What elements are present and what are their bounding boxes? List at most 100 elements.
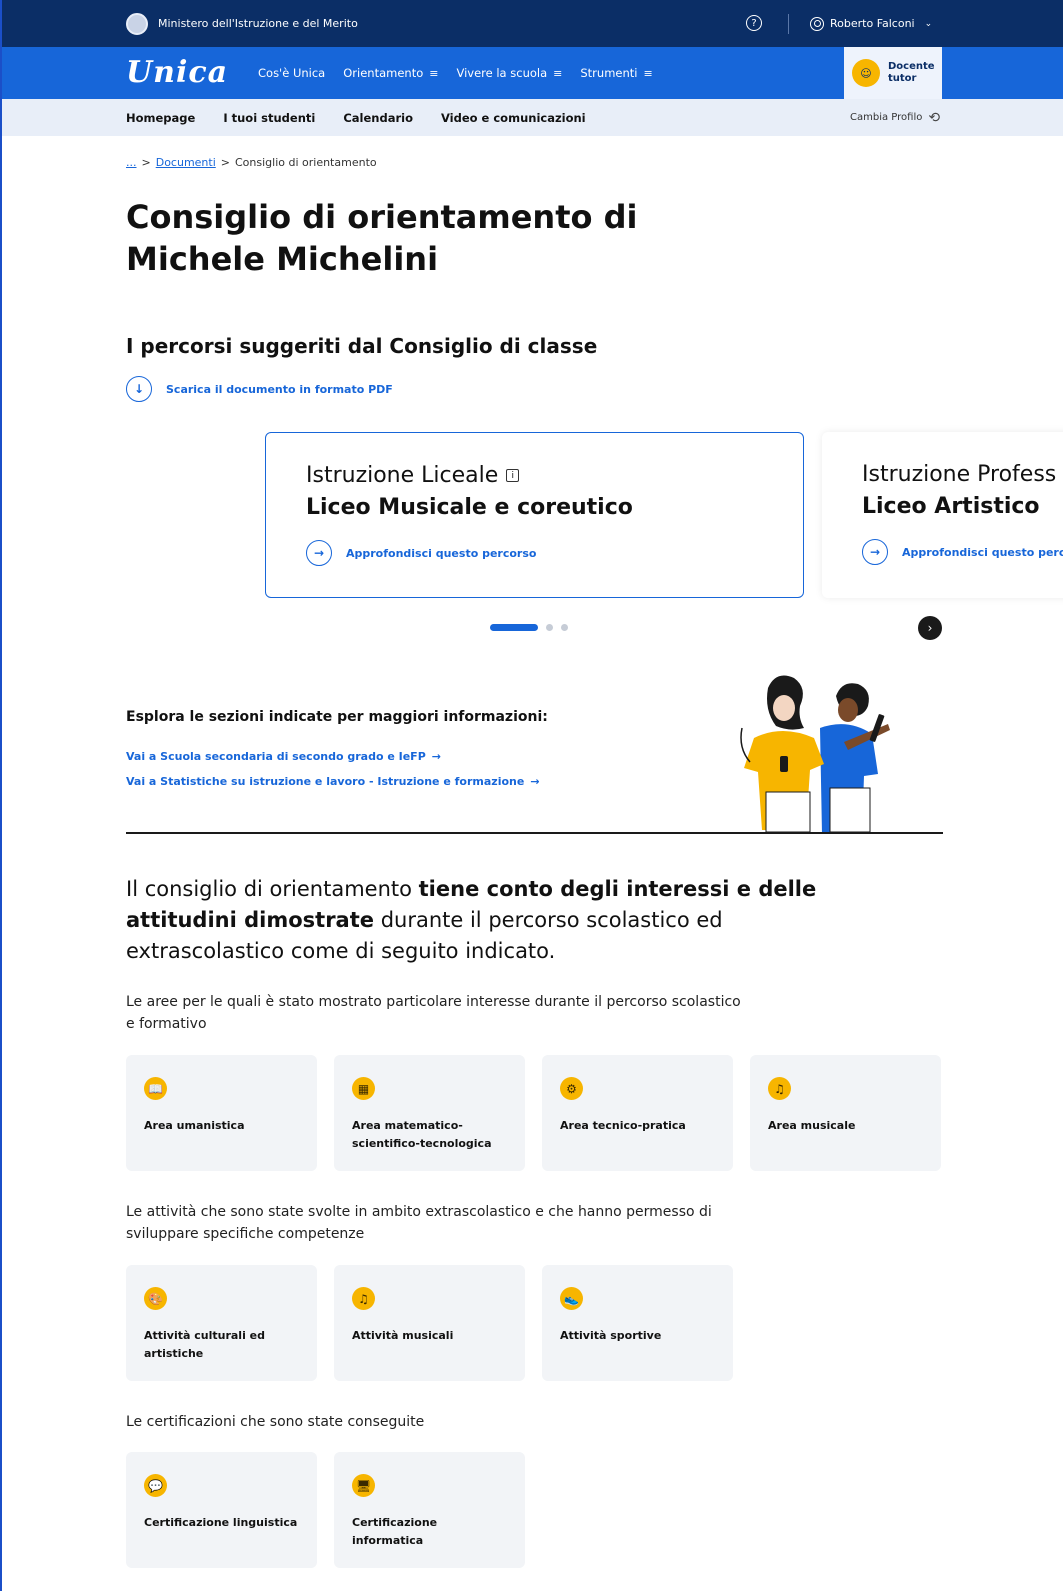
menu-lines-icon: ≡ bbox=[553, 66, 563, 80]
page-frame: Ministero dell'Istruzione e del Merito ?… bbox=[0, 0, 1063, 1591]
subnav-item-studenti[interactable]: I tuoi studenti bbox=[223, 111, 315, 125]
swap-profile-icon: ⟲ bbox=[928, 109, 941, 126]
sub-nav-items: Homepage I tuoi studenti Calendario Vide… bbox=[126, 99, 586, 136]
nav-item-label: Strumenti bbox=[580, 66, 638, 80]
ministry-name: Ministero dell'Istruzione e del Merito bbox=[158, 17, 358, 30]
sub-nav: Homepage I tuoi studenti Calendario Vide… bbox=[2, 99, 1063, 136]
profile-label: Docente tutor bbox=[888, 61, 935, 85]
subnav-item-video[interactable]: Video e comunicazioni bbox=[441, 111, 586, 125]
breadcrumb: ... > Documenti > Consiglio di orientame… bbox=[126, 156, 377, 169]
book-icon: 📖 bbox=[144, 1077, 167, 1100]
tile-attivita-musicali: ♫ Attività musicali bbox=[334, 1265, 525, 1381]
tile-label: Certificazione informatica bbox=[352, 1516, 438, 1547]
carousel-next-button[interactable]: › bbox=[918, 616, 942, 640]
subnav-item-homepage[interactable]: Homepage bbox=[126, 111, 195, 125]
nav-item-label: Orientamento bbox=[343, 66, 424, 80]
statement-part1: Il consiglio di orientamento bbox=[126, 877, 419, 901]
download-pdf-label: Scarica il documento in formato PDF bbox=[166, 382, 393, 396]
nav-item-label: Vivere la scuola bbox=[456, 66, 548, 80]
profile-badge[interactable]: ☺ Docente tutor bbox=[844, 47, 942, 99]
music-note-icon: ♫ bbox=[768, 1077, 791, 1100]
tile-area-musicale: ♫ Area musicale bbox=[750, 1055, 941, 1171]
main-nav: Unica Cos'è Unica Orientamento ≡ Vivere … bbox=[2, 47, 1063, 99]
tile-cert-informatica: 🖥 Certificazione informatica bbox=[334, 1452, 525, 1568]
tile-label: Attività musicali bbox=[352, 1329, 454, 1342]
download-pdf-link[interactable]: ↓ Scarica il documento in formato PDF bbox=[126, 376, 393, 402]
nav-item-vivere-la-scuola[interactable]: Vivere la scuola ≡ bbox=[456, 66, 562, 80]
nav-item-orientamento[interactable]: Orientamento ≡ bbox=[343, 66, 438, 80]
help-circle-icon[interactable]: ? bbox=[746, 15, 762, 31]
profile-label-line2: tutor bbox=[888, 73, 917, 84]
carousel-dot-1[interactable] bbox=[490, 624, 538, 631]
areas-tiles: 📖 Area umanistica ▦ Area matematico-scie… bbox=[126, 1055, 941, 1171]
section-divider bbox=[126, 832, 943, 834]
students-illustration bbox=[740, 675, 890, 832]
tile-label: Area musicale bbox=[768, 1119, 856, 1132]
download-icon: ↓ bbox=[126, 376, 152, 402]
breadcrumb-documenti[interactable]: Documenti bbox=[156, 156, 216, 169]
change-profile-button[interactable]: Cambia Profilo ⟲ bbox=[850, 99, 940, 136]
page-title-line1: Consiglio di orientamento di bbox=[126, 198, 638, 236]
breadcrumb-ellipsis[interactable]: ... bbox=[126, 156, 137, 169]
nav-item-strumenti[interactable]: Strumenti ≡ bbox=[580, 66, 652, 80]
chevron-right-icon: › bbox=[927, 621, 933, 635]
path-card-more-link[interactable]: → Approfondisci questo perc bbox=[862, 539, 1063, 565]
carousel-pagination bbox=[490, 624, 568, 631]
path-card-next: Istruzione Profess Liceo Artistico → App… bbox=[822, 432, 1063, 598]
explore-link-statistiche[interactable]: Vai a Statistiche su istruzione e lavoro… bbox=[126, 775, 540, 788]
path-card-more-link[interactable]: → Approfondisci questo percorso bbox=[306, 540, 536, 566]
breadcrumb-current: Consiglio di orientamento bbox=[234, 156, 377, 169]
shoe-icon: 👟 bbox=[560, 1287, 583, 1310]
tile-label: Area umanistica bbox=[144, 1119, 245, 1132]
path-card-name: Liceo Musicale e coreutico bbox=[306, 495, 633, 520]
user-name: Roberto Falconi bbox=[830, 17, 915, 30]
orientation-statement: Il consiglio di orientamento tiene conto… bbox=[126, 874, 826, 967]
info-icon[interactable]: i bbox=[506, 469, 520, 482]
tile-area-matematica: ▦ Area matematico-scientifico-tecnologic… bbox=[334, 1055, 525, 1171]
breadcrumb-separator: > bbox=[141, 156, 151, 169]
tile-area-umanistica: 📖 Area umanistica bbox=[126, 1055, 317, 1171]
user-menu[interactable]: Roberto Falconi ⌄ bbox=[810, 0, 932, 47]
tutor-avatar-icon: ☺ bbox=[852, 59, 880, 87]
breadcrumb-separator: > bbox=[220, 156, 230, 169]
ministry-brand[interactable]: Ministero dell'Istruzione e del Merito bbox=[126, 0, 358, 47]
unica-logo[interactable]: Unica bbox=[126, 55, 228, 90]
page-title: Consiglio di orientamento di Michele Mic… bbox=[126, 196, 637, 280]
section-title: I percorsi suggeriti dal Consiglio di cl… bbox=[126, 334, 598, 358]
path-card-type: Istruzione Profess bbox=[862, 462, 1057, 487]
path-card-name: Liceo Artistico bbox=[862, 494, 1040, 519]
topbar-separator bbox=[788, 14, 789, 34]
change-profile-label: Cambia Profilo bbox=[850, 112, 923, 123]
path-card-more-label: Approfondisci questo perc bbox=[902, 545, 1063, 559]
certs-tiles: 💬 Certificazione linguistica 🖥 Certifica… bbox=[126, 1452, 525, 1568]
nav-item-label: Cos'è Unica bbox=[258, 66, 326, 80]
arrow-right-icon: → bbox=[530, 775, 540, 788]
explore-link-secondaria[interactable]: Vai a Scuola secondaria di secondo grado… bbox=[126, 750, 441, 763]
path-card-more-label: Approfondisci questo percorso bbox=[346, 546, 537, 560]
tile-label: Area matematico-scientifico-tecnologica bbox=[352, 1119, 492, 1150]
menu-lines-icon: ≡ bbox=[643, 66, 653, 80]
arrow-right-icon: → bbox=[431, 750, 441, 763]
tile-cert-linguistica: 💬 Certificazione linguistica bbox=[126, 1452, 317, 1568]
tile-label: Attività sportive bbox=[560, 1329, 662, 1342]
carousel-dot-2[interactable] bbox=[546, 624, 553, 631]
explore-link-label: Vai a Statistiche su istruzione e lavoro… bbox=[126, 775, 525, 788]
path-card-active: Istruzione Liceale i Liceo Musicale e co… bbox=[265, 432, 804, 598]
carousel-dot-3[interactable] bbox=[561, 624, 568, 631]
tile-area-tecnico-pratica: ⚙ Area tecnico-pratica bbox=[542, 1055, 733, 1171]
nav-item-cose-unica[interactable]: Cos'è Unica bbox=[258, 66, 325, 80]
path-card-type: Istruzione Liceale bbox=[306, 463, 499, 488]
speech-bubbles-icon: 💬 bbox=[144, 1474, 167, 1497]
path-card-type-row: Istruzione Liceale i bbox=[306, 463, 520, 488]
calculator-icon: ▦ bbox=[352, 1077, 375, 1100]
music-note-icon: ♫ bbox=[352, 1287, 375, 1310]
tile-attivita-sportive: 👟 Attività sportive bbox=[542, 1265, 733, 1381]
explore-title: Esplora le sezioni indicate per maggiori… bbox=[126, 709, 548, 725]
subnav-item-calendario[interactable]: Calendario bbox=[343, 111, 413, 125]
tile-label: Certificazione linguistica bbox=[144, 1516, 298, 1529]
computer-icon: 🖥 bbox=[352, 1474, 375, 1497]
arrow-right-icon: → bbox=[862, 539, 888, 565]
path-card-type-row: Istruzione Profess bbox=[862, 462, 1056, 487]
palette-icon: 🎨 bbox=[144, 1287, 167, 1310]
activities-label: Le attività che sono state svolte in amb… bbox=[126, 1204, 712, 1242]
